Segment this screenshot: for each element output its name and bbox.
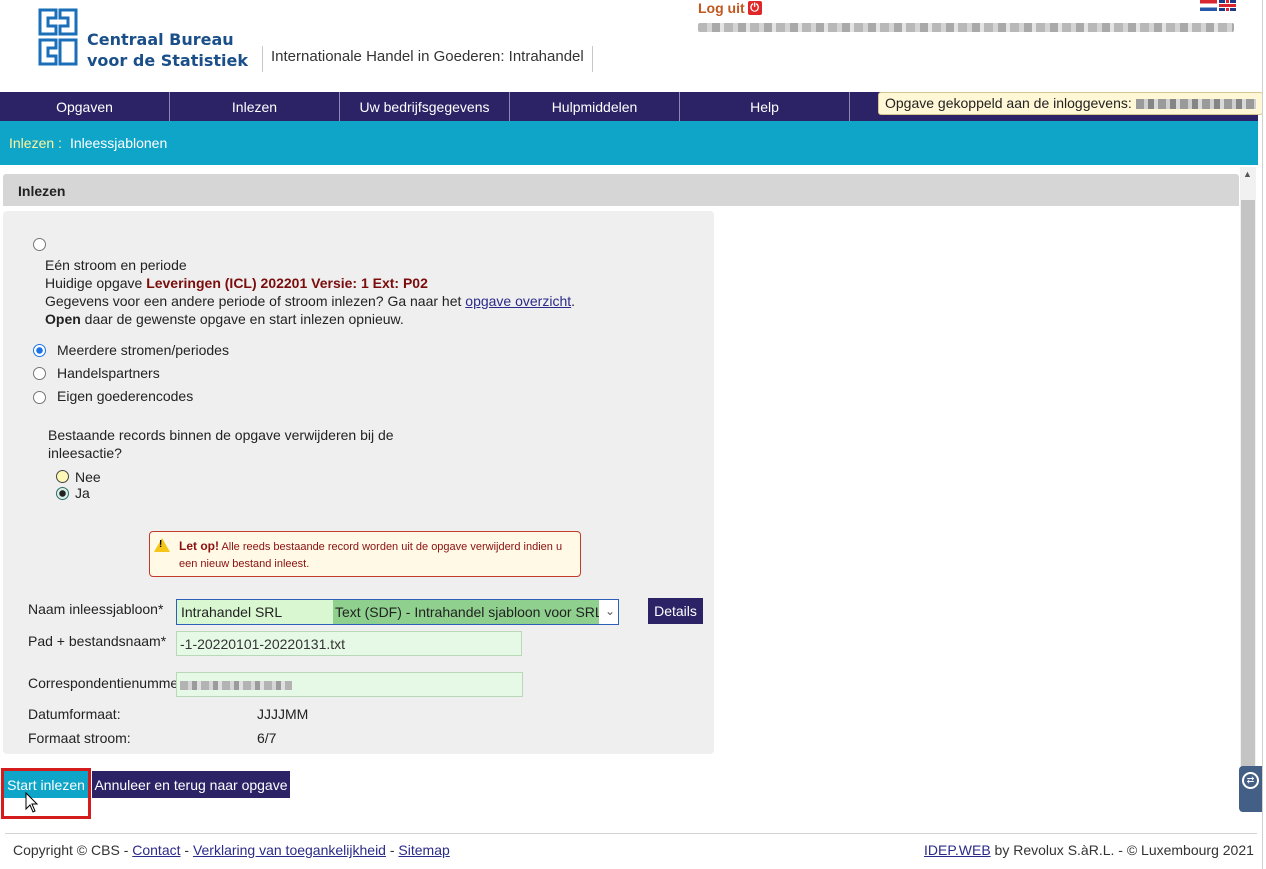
footer-right: IDEP.WEB by Revolux S.àR.L. - © Luxembou… (924, 842, 1254, 858)
start-import-highlight: Start inlezen (1, 768, 91, 819)
english-flag-icon[interactable] (1219, 0, 1236, 11)
open-rest: daar de gewenste opgave en start inlezen… (84, 311, 404, 327)
current-opgave-value: Leveringen (ICL) 202201 Versie: 1 Ext: P… (146, 275, 428, 291)
corr-value-redacted (180, 681, 292, 690)
power-icon: ⏻ (747, 1, 762, 15)
mouse-cursor-icon (25, 792, 39, 813)
stream-format-label: Formaat stroom: (28, 730, 131, 746)
stream-format-value: 6/7 (257, 730, 277, 746)
option-codes-label: Eigen goederencodes (57, 388, 194, 404)
vertical-scrollbar[interactable]: ▲ (1240, 167, 1256, 812)
panel-title: Inlezen (3, 174, 1239, 206)
template-select[interactable]: Intrahandel SRL Text (SDF) - Intrahandel… (176, 599, 619, 625)
org-name-line1: Centraal Bureau (87, 30, 234, 49)
path-input[interactable]: -1-20220101-20220131.txt (176, 631, 522, 656)
breadcrumb-page[interactable]: Inleessjablonen (70, 135, 167, 151)
single-stream-label: Eén stroom en periode (45, 257, 187, 273)
cancel-button[interactable]: Annuleer en terug naar opgave (92, 771, 290, 798)
copyright-text: Copyright © CBS - (13, 842, 129, 858)
corr-input[interactable] (176, 672, 523, 697)
vendor-text: by Revolux S.àR.L. - © Luxembourg 2021 (994, 842, 1254, 858)
coupled-label: Opgave gekoppeld aan de inloggevens: (885, 95, 1132, 111)
cbs-logo-icon (38, 8, 78, 66)
footer-left: Copyright © CBS - Contact - Verklaring v… (13, 842, 450, 858)
contact-link[interactable]: Contact (132, 842, 180, 858)
scroll-up-arrow-icon[interactable]: ▲ (1243, 169, 1252, 179)
start-import-button[interactable]: Start inlezen (4, 771, 88, 798)
template-label: Naam inleessjabloon* (28, 601, 164, 617)
dutch-flag-icon[interactable] (1200, 0, 1217, 11)
template-desc: Text (SDF) - Intrahandel sjabloon voor S… (333, 600, 599, 624)
org-name: Centraal Bureau voor de Statistiek (87, 29, 248, 71)
option-partners-label: Handelspartners (57, 365, 160, 381)
nav-hulpmiddelen[interactable]: Hulpmiddelen (510, 92, 680, 121)
org-name-line2: voor de Statistiek (87, 51, 248, 70)
chevron-down-icon: ⌄ (604, 604, 615, 618)
delete-question-line2: inleesactie? (48, 445, 122, 461)
language-switcher (1200, 0, 1236, 11)
path-label: Pad + bestandsnaam* (28, 633, 167, 649)
window-edge (1262, 0, 1266, 869)
warning-title: Let op! (179, 539, 219, 553)
open-bold: Open (45, 311, 81, 327)
logout-link[interactable]: Log uit ⏻ (698, 0, 762, 16)
app-title: Internationale Handel in Goederen: Intra… (262, 46, 593, 72)
option-ja-label: Ja (75, 485, 90, 501)
coupled-value-redacted (1135, 98, 1256, 109)
footer-divider (5, 833, 1257, 834)
user-info-redacted (698, 22, 1234, 34)
current-opgave-line: Huidige opgave Leveringen (ICL) 202201 V… (45, 274, 428, 292)
nav-inlezen[interactable]: Inlezen (170, 92, 340, 121)
radio-multi-streams[interactable] (33, 344, 46, 357)
sitemap-link[interactable]: Sitemap (398, 842, 449, 858)
radio-single-stream[interactable] (33, 238, 46, 251)
teamviewer-icon: ⇄ (1242, 772, 1259, 789)
nav-opgaven[interactable]: Opgaven (0, 92, 170, 121)
idep-link[interactable]: IDEP.WEB (924, 842, 991, 858)
side-panel-tab[interactable]: ⇄ (1239, 766, 1263, 812)
opgave-overview-link[interactable]: opgave overzicht (465, 293, 571, 309)
warning-box: ! Let op! Alle reeds bestaande record wo… (149, 531, 581, 577)
nav-help[interactable]: Help (680, 92, 850, 121)
radio-partners[interactable] (33, 367, 46, 380)
warning-body: Alle reeds bestaande record worden uit d… (179, 541, 563, 570)
nav-bedrijfsgegevens[interactable]: Uw bedrijfsgegevens (340, 92, 510, 121)
logout-label: Log uit (698, 0, 745, 16)
accessibility-link[interactable]: Verklaring van toegankelijkheid (193, 842, 386, 858)
other-period-line: Gegevens voor een andere periode of stro… (45, 293, 576, 309)
date-format-value: JJJJMM (257, 706, 309, 722)
breadcrumb-section[interactable]: Inlezen : (9, 135, 62, 151)
other-period-text: Gegevens voor een andere periode of stro… (45, 293, 462, 309)
open-instruction-line: Open daar de gewenste opgave en start in… (45, 310, 404, 328)
current-opgave-prefix: Huidige opgave (45, 275, 143, 291)
scrollbar-thumb[interactable] (1241, 200, 1255, 780)
warning-text: Let op! Alle reeds bestaande record word… (179, 538, 579, 573)
corr-label: Correspondentienummer (28, 675, 178, 691)
radio-ja[interactable] (56, 487, 69, 500)
radio-nee[interactable] (56, 470, 69, 483)
option-multi-label: Meerdere stromen/periodes (57, 342, 229, 358)
radio-codes[interactable] (33, 391, 46, 404)
coupled-opgave-info: Opgave gekoppeld aan de inloggevens: (878, 92, 1263, 115)
breadcrumb: Inlezen : Inleessjablonen (0, 121, 1258, 165)
date-format-label: Datumformaat: (28, 706, 121, 722)
delete-question-line1: Bestaande records binnen de opgave verwi… (48, 427, 394, 443)
template-name: Intrahandel SRL (177, 600, 333, 624)
details-button[interactable]: Details (648, 598, 703, 624)
